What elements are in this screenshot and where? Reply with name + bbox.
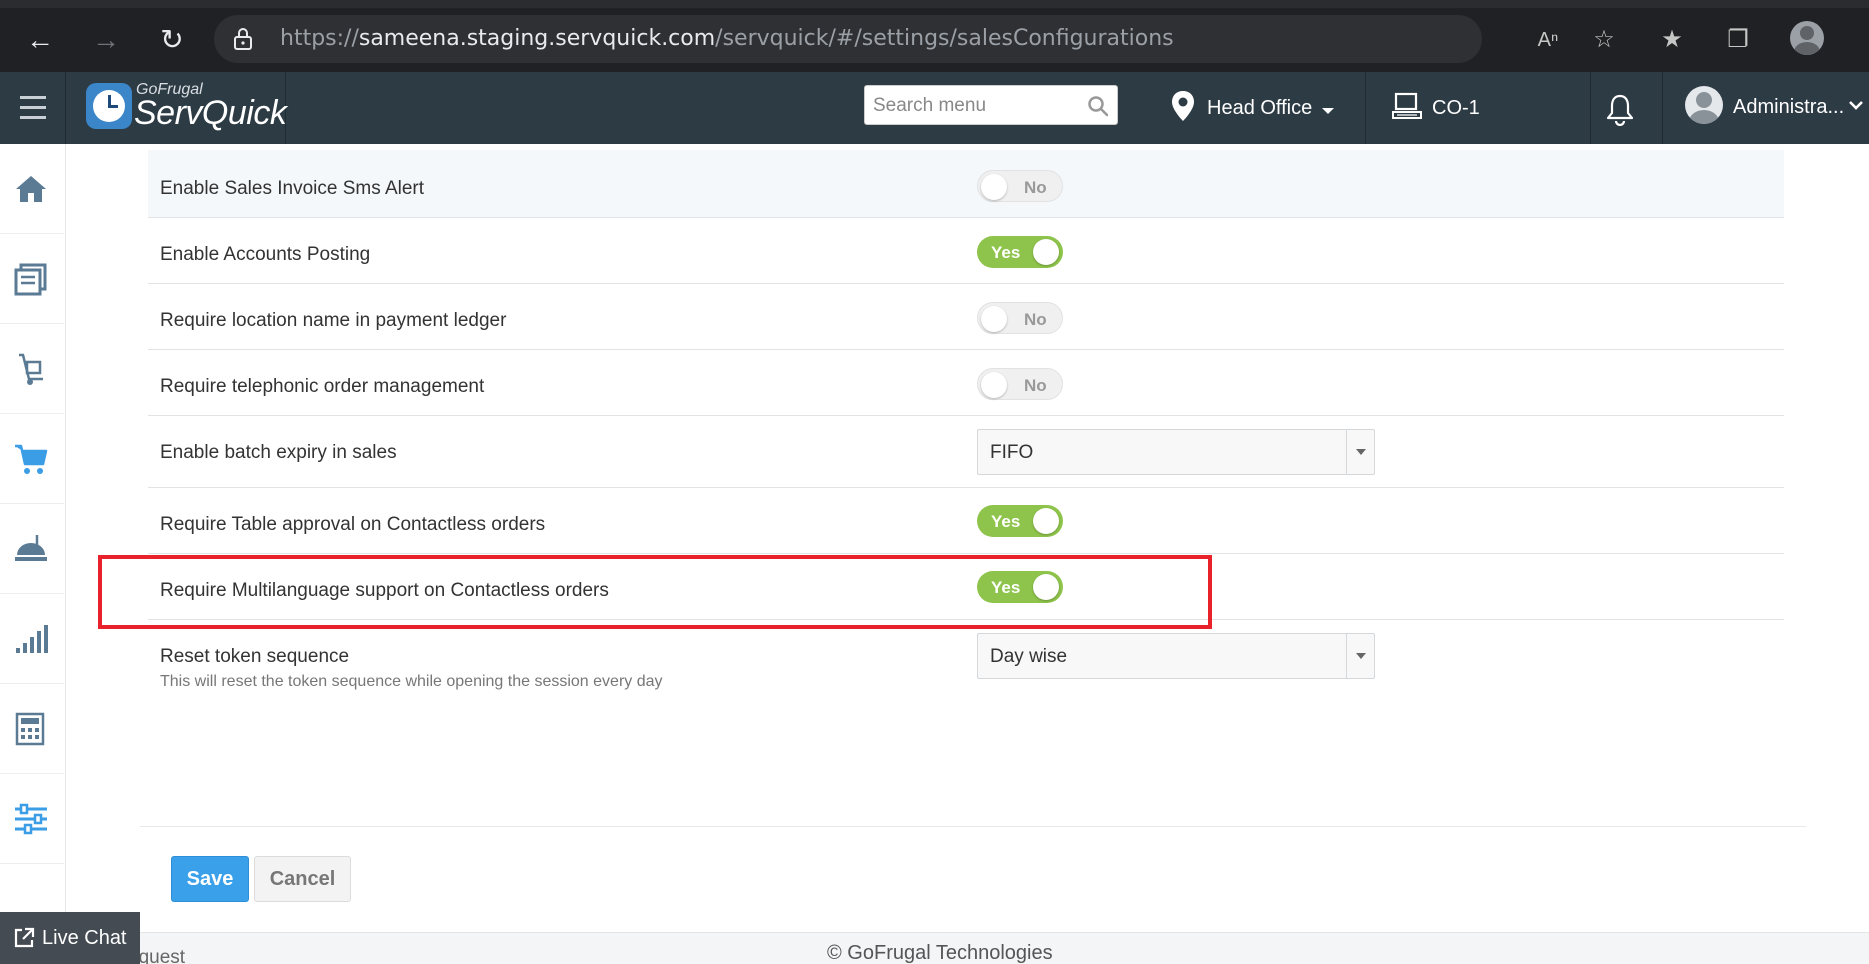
search-icon[interactable]	[1087, 95, 1109, 117]
setting-description: This will reset the token sequence while…	[160, 673, 663, 690]
highlight-annotation-box	[98, 555, 1212, 629]
save-button[interactable]: Save	[171, 856, 249, 902]
select-arrow-icon[interactable]	[1346, 430, 1374, 474]
token-sequence-select[interactable]: Day wise	[977, 633, 1375, 679]
toggle-knob	[981, 174, 1007, 200]
search-menu-box[interactable]	[864, 85, 1118, 125]
toggle-state: Yes	[991, 512, 1021, 531]
select-value: Day wise	[990, 646, 1068, 667]
serve-dish-icon	[15, 535, 47, 561]
toggle-knob	[1033, 239, 1059, 265]
sidebar-item-settings[interactable]	[0, 774, 64, 864]
sidebar	[0, 144, 66, 934]
url-prefix: https://	[280, 26, 359, 51]
cancel-button[interactable]: Cancel	[254, 856, 351, 902]
setting-label: Enable Sales Invoice Sms Alert	[160, 178, 425, 199]
sidebar-item-sales[interactable]	[0, 414, 64, 504]
user-name[interactable]: Administra...	[1733, 96, 1844, 119]
setting-row-token-sequence: Reset token sequence This will reset the…	[148, 620, 1784, 710]
header-divider	[1365, 72, 1366, 144]
setting-row-table-approval: Require Table approval on Contactless or…	[148, 488, 1784, 554]
lock-icon[interactable]	[232, 27, 254, 51]
toggle-state: No	[1024, 310, 1047, 329]
location-pin-icon[interactable]	[1170, 90, 1196, 122]
select-arrow-icon[interactable]	[1346, 634, 1374, 678]
live-chat-button[interactable]: Live Chat	[0, 912, 140, 964]
counter-label[interactable]: CO-1	[1432, 97, 1480, 120]
computer-icon	[1392, 92, 1422, 119]
live-chat-label: Live Chat	[42, 927, 127, 949]
reload-icon[interactable]: ↻	[154, 22, 190, 58]
toggle-knob	[1033, 508, 1059, 534]
toggle-state: No	[1024, 376, 1047, 395]
toggle-state: Yes	[991, 243, 1021, 262]
notification-bell-icon[interactable]	[1605, 92, 1635, 126]
collections-icon[interactable]: ❐	[1720, 22, 1756, 58]
sidebar-item-accounts[interactable]	[0, 684, 64, 774]
select-value: FIFO	[990, 442, 1034, 463]
setting-label: Require telephonic order management	[160, 376, 485, 397]
trolley-icon	[19, 353, 43, 385]
logo-brand-name: ServQuick	[134, 94, 287, 132]
back-icon[interactable]: ←	[22, 22, 58, 58]
external-link-icon	[14, 927, 35, 948]
favorites-icon[interactable]: ★	[1654, 22, 1690, 58]
location-selector[interactable]: Head Office	[1207, 97, 1312, 120]
sidebar-item-reports[interactable]	[0, 594, 64, 684]
sliders-icon	[15, 803, 47, 835]
toggle-state: No	[1024, 178, 1047, 197]
books-icon	[14, 263, 47, 296]
chevron-down-icon[interactable]	[1848, 98, 1864, 112]
setting-label: Enable Accounts Posting	[160, 244, 371, 265]
table-approval-toggle[interactable]: Yes	[977, 505, 1063, 537]
url-text[interactable]: https://sameena.staging.servquick.com/se…	[280, 26, 1174, 51]
setting-row-sms-alert: Enable Sales Invoice Sms Alert No	[148, 150, 1784, 218]
sidebar-item-inventory[interactable]	[0, 324, 64, 414]
copyright-text: © GoFrugal Technologies	[827, 942, 1053, 964]
setting-row-telephonic-order: Require telephonic order management No	[148, 350, 1784, 416]
sidebar-item-catalog[interactable]	[0, 234, 64, 324]
hamburger-menu-icon[interactable]	[0, 72, 66, 144]
bar-chart-icon	[16, 625, 48, 653]
servquick-logo[interactable]: GoFrugal ServQuick	[66, 72, 287, 144]
app-header: GoFrugal ServQuick Head Office CO-1 Admi…	[0, 72, 1869, 144]
form-divider	[140, 826, 1806, 827]
search-input[interactable]	[873, 92, 1073, 120]
add-favorite-icon[interactable]: ☆	[1586, 22, 1622, 58]
browser-profile-icon[interactable]	[1790, 21, 1824, 55]
location-name-toggle[interactable]: No	[977, 302, 1063, 334]
toggle-knob	[981, 372, 1007, 398]
sidebar-item-dine-in[interactable]	[0, 504, 64, 594]
sidebar-item-home[interactable]	[0, 144, 64, 234]
header-divider	[1590, 72, 1591, 144]
setting-label: Reset token sequence	[160, 646, 350, 667]
url-host: sameena.staging.servquick.com	[358, 26, 716, 51]
setting-label: Require location name in payment ledger	[160, 310, 507, 331]
user-avatar[interactable]	[1685, 86, 1723, 124]
setting-row-location-name: Require location name in payment ledger …	[148, 284, 1784, 350]
footer: equest © GoFrugal Technologies	[0, 932, 1869, 964]
forward-icon[interactable]: →	[88, 22, 124, 58]
browser-toolbar: ← → ↻ https://sameena.staging.servquick.…	[0, 0, 1869, 72]
home-icon	[16, 176, 46, 202]
batch-expiry-select[interactable]: FIFO	[977, 429, 1375, 475]
clock-logo-icon	[86, 83, 132, 129]
setting-row-batch-expiry: Enable batch expiry in sales FIFO	[148, 416, 1784, 488]
tab-strip	[0, 0, 1869, 8]
cart-icon	[15, 444, 48, 474]
read-aloud-icon[interactable]: Aⁿ	[1530, 22, 1566, 58]
setting-label: Require Table approval on Contactless or…	[160, 514, 546, 535]
location-caret-icon[interactable]	[1322, 108, 1334, 114]
telephonic-order-toggle[interactable]: No	[977, 368, 1063, 400]
calculator-icon	[15, 712, 45, 746]
header-divider	[1662, 72, 1663, 144]
url-path: /servquick/#/settings/salesConfiguration…	[715, 26, 1174, 51]
sms-alert-toggle[interactable]: No	[977, 170, 1063, 202]
setting-label: Enable batch expiry in sales	[160, 442, 397, 463]
setting-row-accounts-posting: Enable Accounts Posting Yes	[148, 218, 1784, 284]
accounts-posting-toggle[interactable]: Yes	[977, 236, 1063, 268]
toggle-knob	[981, 306, 1007, 332]
